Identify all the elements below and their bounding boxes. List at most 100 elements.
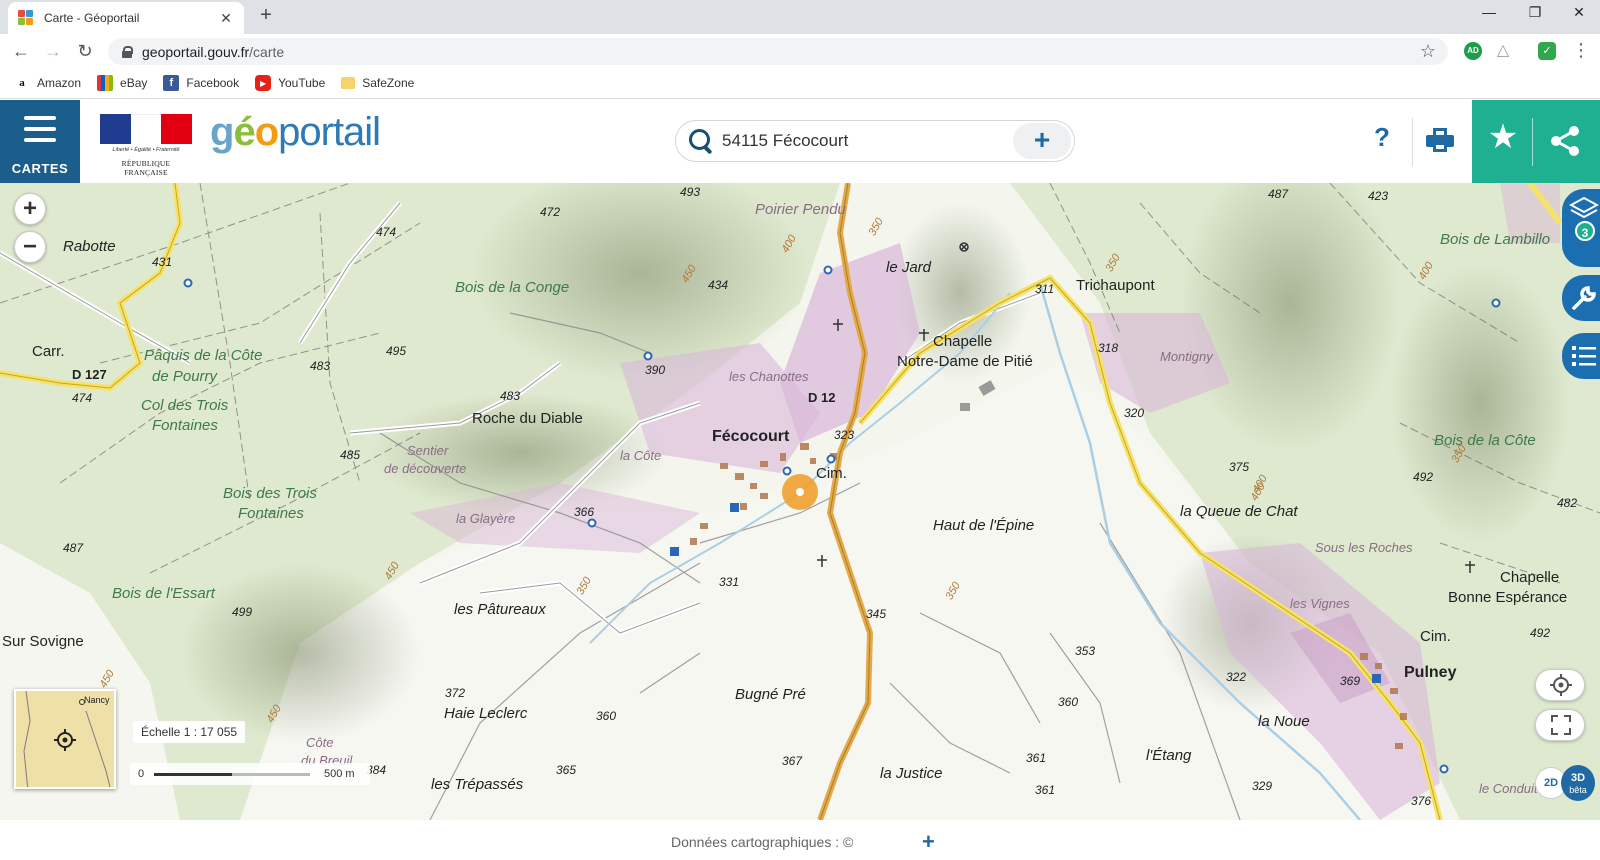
lock-icon xyxy=(122,45,133,58)
scale-bar-light xyxy=(232,773,310,776)
altitude-label: 322 xyxy=(1226,670,1247,684)
place-label: le Jard xyxy=(886,259,932,276)
tools-tab[interactable] xyxy=(1562,275,1600,321)
tricolor-flag-icon xyxy=(100,114,193,144)
restore-icon[interactable]: ❐ xyxy=(1512,4,1558,21)
place-label: Cim. xyxy=(816,465,847,482)
devise-text: Liberté • Égalité • Fraternité xyxy=(112,147,180,153)
bookmark-ebay[interactable]: eBay xyxy=(97,75,147,91)
altitude-label: 323 xyxy=(834,428,855,442)
print-icon[interactable] xyxy=(1426,128,1454,154)
marianne-logo: Liberté • Égalité • Fraternité RÉPUBLIQU… xyxy=(100,114,193,177)
attribution-more-button[interactable]: + xyxy=(922,829,935,855)
browser-tab[interactable]: Carte - Géoportail ✕ xyxy=(8,2,244,34)
close-window-icon[interactable]: ✕ xyxy=(1556,4,1600,21)
altitude-label: 474 xyxy=(72,391,93,405)
scale-bar: 0 500 m xyxy=(130,763,370,785)
view-3d-button[interactable]: 3D bêta xyxy=(1561,765,1595,801)
altitude-label: 369 xyxy=(1340,674,1361,688)
advanced-search-button[interactable]: + xyxy=(1013,123,1071,159)
place-label: Trichaupont xyxy=(1076,277,1155,294)
place-label: Haut de l'Épine xyxy=(933,517,1035,534)
place-label: Bugné Pré xyxy=(735,686,806,703)
reload-icon[interactable]: ↻ xyxy=(73,40,97,62)
shield-extension-icon[interactable]: ✓ xyxy=(1538,42,1556,60)
place-label: Carr. xyxy=(32,343,65,360)
close-tab-icon[interactable]: ✕ xyxy=(218,10,234,27)
bookmarks-bar: a Amazon eBay f Facebook ▶ YouTube SafeZ… xyxy=(0,68,1600,99)
altitude-label: 329 xyxy=(1252,779,1273,793)
place-label: Poirier Pendu xyxy=(755,201,846,218)
bookmark-safezone[interactable]: SafeZone xyxy=(341,76,414,90)
folder-icon xyxy=(341,77,356,89)
altitude-label: 492 xyxy=(1413,470,1434,484)
place-label: les Vignes xyxy=(1290,596,1350,611)
facebook-icon: f xyxy=(163,75,180,91)
place-label: de découverte xyxy=(384,461,467,476)
bookmark-facebook[interactable]: f Facebook xyxy=(163,75,239,91)
help-button[interactable]: ? xyxy=(1370,122,1394,153)
zoom-out-button[interactable]: − xyxy=(14,231,46,263)
cartes-menu-button[interactable]: CARTES xyxy=(0,100,80,183)
place-label: Notre-Dame de Pitié xyxy=(897,353,1033,370)
search-input[interactable] xyxy=(716,131,1013,151)
place-label: Chapelle xyxy=(933,333,993,350)
search-bar: + xyxy=(675,120,1075,162)
browser-menu-icon[interactable]: ⋮ xyxy=(1572,40,1590,61)
minimap-target-icon xyxy=(54,729,76,751)
layers-tab[interactable]: 3 xyxy=(1562,189,1600,267)
crosshair-icon xyxy=(1550,674,1572,696)
favorites-star-icon[interactable]: ★ xyxy=(1486,117,1520,157)
bookmark-star-icon[interactable]: ☆ xyxy=(1420,41,1436,62)
geoportail-logo[interactable]: géoportail xyxy=(210,110,381,155)
altitude-label: 483 xyxy=(310,359,331,373)
place-label: les Pâtureaux xyxy=(454,601,546,618)
map-canvas[interactable]: Poirier Pendu le Jard Trichaupont Rabotte Bo… xyxy=(0,183,1600,820)
new-tab-icon[interactable]: + xyxy=(256,4,276,27)
search-icon[interactable] xyxy=(684,125,716,157)
url-host: geoportail.gouv.fr xyxy=(142,43,250,60)
minimap-city-label: Nancy xyxy=(84,695,110,705)
place-label: Sentier xyxy=(407,443,449,458)
fullscreen-button[interactable] xyxy=(1535,709,1585,741)
place-label: Pâquis de la Côte xyxy=(144,347,263,364)
forward-icon[interactable]: → xyxy=(41,40,65,62)
overview-minimap[interactable]: Nancy xyxy=(14,689,116,789)
bookmark-label: Facebook xyxy=(186,76,240,90)
drive-extension-icon[interactable]: △ xyxy=(1494,42,1512,60)
place-label: Côte xyxy=(306,735,334,750)
altitude-label: 367 xyxy=(782,754,803,768)
altitude-label: 318 xyxy=(1098,341,1119,355)
place-label: Bonne Espérance xyxy=(1448,589,1568,606)
altitude-label: 320 xyxy=(1124,406,1145,420)
youtube-icon: ▶ xyxy=(255,75,272,91)
adblock-extension-icon[interactable]: AD xyxy=(1464,42,1482,60)
back-icon[interactable]: ← xyxy=(9,40,33,62)
place-label: Col des Trois xyxy=(141,397,229,414)
altitude-label: 360 xyxy=(596,709,617,723)
place-label: la Noue xyxy=(1258,713,1310,730)
share-icon[interactable] xyxy=(1548,124,1582,158)
altitude-label: 365 xyxy=(556,763,577,777)
place-label: la Justice xyxy=(880,765,943,782)
scale-ratio: Échelle 1 : 17 055 xyxy=(133,721,246,743)
place-label: Bois de la Conge xyxy=(455,279,570,296)
place-label: Bois des Trois xyxy=(223,485,317,502)
bookmark-amazon[interactable]: a Amazon xyxy=(14,75,81,91)
place-label: Bois de la Côte xyxy=(1434,432,1536,449)
view-mode-switch: 2D 3D bêta xyxy=(1535,765,1595,801)
bookmark-youtube[interactable]: ▶ YouTube xyxy=(255,75,325,91)
zoom-in-button[interactable]: + xyxy=(14,193,46,225)
url-field[interactable]: geoportail.gouv.fr/carte ☆ xyxy=(108,38,1448,65)
bookmark-label: YouTube xyxy=(278,76,326,90)
legend-tab[interactable] xyxy=(1562,333,1600,379)
favorites-share-panel: ★ xyxy=(1472,100,1600,183)
altitude-label: 485 xyxy=(340,448,361,462)
place-label: le Conduit xyxy=(1479,781,1538,796)
map-footer: Données cartographiques : © + xyxy=(0,820,1600,860)
place-label: D 12 xyxy=(808,390,836,405)
altitude-label: 499 xyxy=(232,605,253,619)
fullscreen-icon xyxy=(1551,715,1571,735)
geolocate-button[interactable] xyxy=(1535,669,1585,701)
minimize-icon[interactable]: — xyxy=(1466,4,1512,20)
